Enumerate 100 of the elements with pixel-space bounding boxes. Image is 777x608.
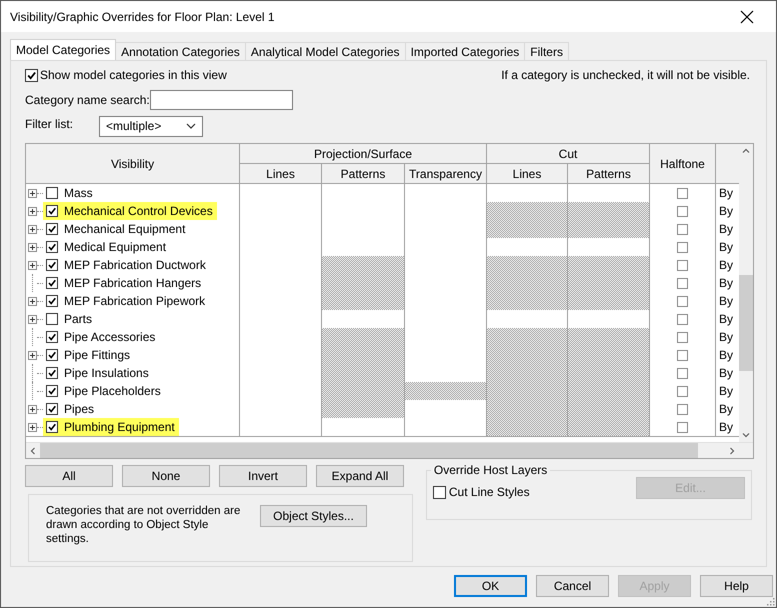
button[interactable]: OK bbox=[454, 575, 527, 597]
category-item[interactable]: Mechanical Control Devices bbox=[43, 202, 217, 220]
table-cell[interactable] bbox=[568, 418, 650, 437]
button[interactable]: Expand All bbox=[316, 465, 404, 487]
table-cell[interactable] bbox=[568, 364, 650, 383]
table-cell[interactable]: By bbox=[716, 418, 739, 437]
checkbox[interactable] bbox=[25, 68, 38, 82]
checkbox[interactable] bbox=[46, 403, 58, 415]
expand-icon[interactable] bbox=[28, 350, 37, 360]
table-cell[interactable] bbox=[405, 364, 487, 383]
expand-icon[interactable] bbox=[28, 206, 37, 216]
expand-icon[interactable] bbox=[28, 296, 37, 306]
table-cell[interactable] bbox=[487, 292, 568, 311]
table-cell[interactable] bbox=[322, 328, 405, 347]
category-item[interactable]: Mass bbox=[43, 184, 97, 202]
table-cell[interactable] bbox=[568, 400, 650, 419]
object-styles-button[interactable]: Object Styles... bbox=[260, 505, 367, 527]
table-cell[interactable] bbox=[568, 256, 650, 275]
category-item[interactable]: Pipe Placeholders bbox=[43, 382, 165, 400]
checkbox[interactable] bbox=[677, 242, 688, 252]
category-item[interactable]: Pipe Accessories bbox=[43, 328, 160, 346]
category-item[interactable]: MEP Fabrication Hangers bbox=[43, 274, 206, 292]
checkbox[interactable] bbox=[677, 188, 688, 198]
close-icon[interactable] bbox=[740, 10, 754, 24]
table-cell[interactable] bbox=[322, 256, 405, 275]
table-cell[interactable] bbox=[568, 292, 650, 311]
vertical-scrollbar[interactable] bbox=[739, 144, 753, 442]
category-item[interactable]: MEP Fabrication Pipework bbox=[43, 292, 210, 310]
button[interactable]: Invert bbox=[219, 465, 307, 487]
button[interactable]: Cancel bbox=[536, 575, 609, 597]
checkbox[interactable] bbox=[677, 260, 688, 270]
tab[interactable]: Analytical Model Categories bbox=[244, 42, 406, 60]
checkbox[interactable] bbox=[46, 331, 58, 343]
checkbox[interactable] bbox=[677, 350, 688, 360]
table-cell[interactable] bbox=[322, 274, 405, 293]
table-cell[interactable] bbox=[487, 346, 568, 365]
tab[interactable]: Model Categories bbox=[10, 39, 116, 60]
expand-icon[interactable] bbox=[28, 188, 37, 198]
expand-icon[interactable] bbox=[28, 314, 37, 324]
category-item[interactable]: Pipe Insulations bbox=[43, 364, 153, 382]
checkbox[interactable] bbox=[677, 296, 688, 306]
checkbox[interactable] bbox=[677, 224, 688, 234]
checkbox[interactable] bbox=[46, 295, 58, 307]
checkbox[interactable] bbox=[46, 223, 58, 235]
checkbox[interactable] bbox=[677, 386, 688, 396]
category-item[interactable]: Pipes bbox=[43, 400, 98, 418]
table-cell[interactable] bbox=[487, 328, 568, 347]
table-cell[interactable] bbox=[322, 382, 405, 401]
checkbox[interactable] bbox=[46, 259, 58, 271]
table-cell[interactable] bbox=[487, 310, 568, 329]
checkbox[interactable] bbox=[46, 241, 58, 253]
filter-dropdown[interactable]: <multiple> bbox=[99, 116, 203, 136]
checkbox[interactable] bbox=[677, 422, 688, 432]
search-field[interactable] bbox=[150, 90, 293, 110]
table-cell[interactable] bbox=[568, 310, 650, 329]
checkbox[interactable] bbox=[432, 486, 446, 498]
tab[interactable]: Filters bbox=[524, 42, 569, 60]
table-cell[interactable] bbox=[568, 238, 650, 257]
category-item[interactable]: Pipe Fittings bbox=[43, 346, 134, 364]
button[interactable]: All bbox=[25, 465, 113, 487]
table-cell[interactable] bbox=[487, 382, 568, 401]
table-cell[interactable] bbox=[487, 364, 568, 383]
expand-icon[interactable] bbox=[28, 224, 37, 234]
table-cell[interactable] bbox=[487, 238, 568, 257]
tab[interactable]: Annotation Categories bbox=[115, 42, 246, 60]
tab[interactable]: Imported Categories bbox=[404, 42, 526, 60]
checkbox[interactable] bbox=[677, 314, 688, 324]
table-cell[interactable] bbox=[487, 418, 568, 437]
table-cell[interactable] bbox=[487, 202, 568, 221]
table-cell[interactable] bbox=[568, 274, 650, 293]
table-cell[interactable] bbox=[322, 238, 405, 257]
category-item[interactable]: MEP Fabrication Ductwork bbox=[43, 256, 210, 274]
checkbox[interactable] bbox=[46, 205, 58, 217]
table-cell[interactable] bbox=[322, 346, 405, 365]
table-cell[interactable] bbox=[487, 220, 568, 239]
checkbox[interactable] bbox=[677, 278, 688, 288]
table-cell[interactable] bbox=[568, 328, 650, 347]
table-cell[interactable] bbox=[322, 292, 405, 311]
expand-icon[interactable] bbox=[28, 422, 37, 432]
table-cell[interactable] bbox=[240, 418, 322, 437]
button[interactable]: None bbox=[122, 465, 210, 487]
checkbox[interactable] bbox=[46, 367, 58, 379]
table-cell[interactable] bbox=[322, 364, 405, 383]
checkbox[interactable] bbox=[677, 332, 688, 342]
table-cell[interactable] bbox=[322, 400, 405, 419]
checkbox[interactable] bbox=[46, 187, 58, 199]
table-cell[interactable] bbox=[487, 400, 568, 419]
checkbox[interactable] bbox=[46, 421, 58, 433]
table-cell[interactable] bbox=[568, 220, 650, 239]
category-item[interactable]: Medical Equipment bbox=[43, 238, 170, 256]
horizontal-scrollbar[interactable] bbox=[26, 442, 753, 458]
table-cell[interactable] bbox=[405, 382, 487, 401]
category-item[interactable]: Plumbing Equipment bbox=[43, 418, 179, 436]
button[interactable]: Help bbox=[700, 575, 773, 597]
table-cell[interactable] bbox=[568, 346, 650, 365]
table-cell[interactable] bbox=[405, 400, 487, 419]
category-item[interactable]: Mechanical Equipment bbox=[43, 220, 190, 238]
checkbox[interactable] bbox=[46, 277, 58, 289]
table-cell[interactable] bbox=[487, 256, 568, 275]
checkbox[interactable] bbox=[677, 404, 688, 414]
